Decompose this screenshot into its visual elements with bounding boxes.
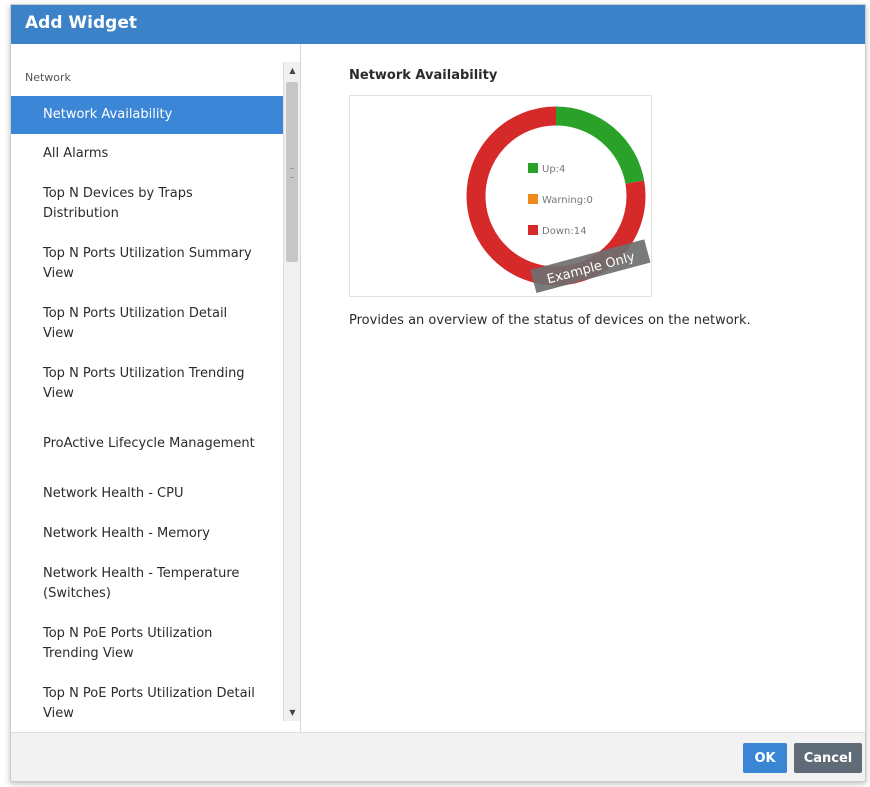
widget-list-item[interactable]: Top N Ports Utilization Summary View — [11, 234, 283, 294]
legend-label: Down:14 — [542, 226, 586, 237]
widget-list-item-label: Top N Ports Utilization Summary View — [43, 246, 252, 281]
widget-list-item-label: ProActive Lifecycle Management — [43, 436, 255, 451]
scroll-thumb[interactable] — [286, 82, 298, 262]
cancel-button[interactable]: Cancel — [794, 743, 862, 773]
legend-label: Up:4 — [542, 164, 565, 175]
preview-title: Network Availability — [349, 68, 498, 83]
widget-list-item-label: Network Health - Temperature (Switches) — [43, 566, 240, 601]
availability-donut-chart: Up:4 Warning:0 Down:14 Example Only — [466, 106, 651, 294]
donut-slice — [555, 106, 645, 185]
dialog-titlebar: Add Widget — [11, 5, 865, 44]
add-widget-dialog: Add Widget Network Network Availability A… — [10, 4, 866, 782]
widget-list-item-label: Network Health - CPU — [43, 486, 184, 501]
scroll-grip-icon — [290, 168, 294, 178]
widget-list-item[interactable]: Top N Ports Utilization Detail View — [11, 294, 283, 354]
legend-swatch — [528, 163, 538, 173]
dialog-title: Add Widget — [25, 13, 137, 33]
widget-list-item[interactable]: All Alarms — [11, 134, 283, 174]
scroll-up-icon[interactable]: ▲ — [284, 62, 301, 79]
widget-list-item[interactable]: Network Health - CPU — [11, 474, 283, 514]
widget-list-pane: Network Network Availability All Alarms To… — [11, 62, 300, 727]
example-only-watermark: Example Only — [530, 239, 651, 294]
widget-list-item[interactable]: Network Health - Temperature (Switches) — [11, 554, 283, 614]
dialog-footer: OK Cancel — [11, 732, 865, 781]
legend-swatch — [528, 225, 538, 235]
widget-list-item[interactable]: ProActive Lifecycle Management — [11, 414, 283, 474]
widget-list-item[interactable]: Top N Devices by Traps Distribution — [11, 174, 283, 234]
widget-list-item-label: Top N Ports Utilization Trending View — [43, 366, 245, 401]
preview-image: Up:4 Warning:0 Down:14 Example Only — [349, 95, 652, 297]
list-category-label: Network — [25, 71, 71, 84]
widget-list: Network Availability All Alarms Top N Devi… — [11, 96, 283, 727]
widget-list-item-label: Network Health - Memory — [43, 526, 210, 541]
legend-swatch — [528, 194, 538, 204]
pane-divider — [300, 44, 301, 734]
preview-description: Provides an overview of the status of de… — [349, 313, 751, 328]
list-scrollbar[interactable]: ▲ ▼ — [283, 62, 301, 721]
legend-label: Warning:0 — [542, 195, 593, 206]
widget-list-item[interactable]: Network Availability — [11, 96, 283, 134]
widget-list-item[interactable]: Top N PoE Ports Utilization Trending Vie… — [11, 614, 283, 674]
widget-list-item[interactable]: Top N PoE Ports Utilization Detail View — [11, 674, 283, 727]
ok-button[interactable]: OK — [743, 743, 787, 773]
widget-list-item[interactable]: Network Health - Memory — [11, 514, 283, 554]
widget-list-item[interactable]: Top N Ports Utilization Trending View — [11, 354, 283, 414]
widget-list-item-label: Top N Ports Utilization Detail View — [43, 306, 228, 341]
widget-list-item-label: Network Availability — [43, 107, 173, 122]
widget-list-item-label: Top N PoE Ports Utilization Detail View — [43, 686, 255, 721]
widget-list-item-label: All Alarms — [43, 146, 109, 161]
widget-list-item-label: Top N Devices by Traps Distribution — [43, 186, 193, 221]
scroll-down-icon[interactable]: ▼ — [284, 704, 301, 721]
widget-list-item-label: Top N PoE Ports Utilization Trending Vie… — [43, 626, 213, 661]
